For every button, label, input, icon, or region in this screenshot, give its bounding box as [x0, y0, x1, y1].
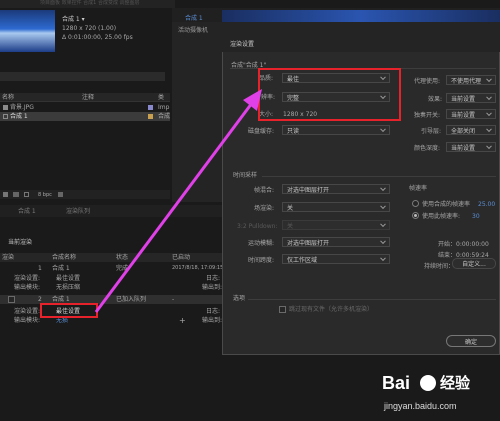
arrow-head — [243, 89, 262, 111]
watermark: Bai 经验 jingyan.baidu.com — [380, 372, 498, 418]
watermark-brand-suffix: 经验 — [440, 374, 471, 392]
watermark-url: jingyan.baidu.com — [384, 401, 457, 411]
annotation-arrow — [94, 89, 262, 313]
arrow-line — [94, 102, 254, 313]
paw-icon — [420, 375, 436, 391]
watermark-brand: Bai — [382, 373, 411, 393]
